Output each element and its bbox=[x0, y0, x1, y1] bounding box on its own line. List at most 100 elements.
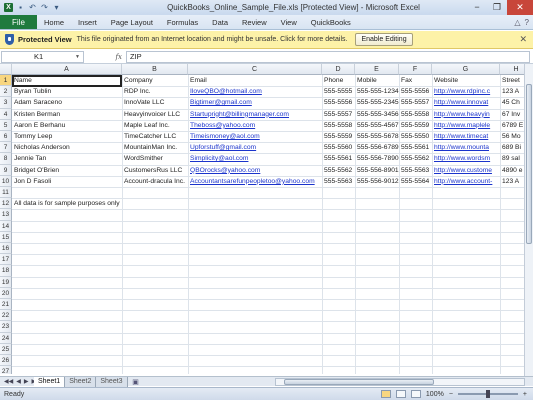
hyperlink-cell[interactable]: Upforstuff@gmail.com bbox=[188, 142, 322, 153]
table-cell[interactable]: Nicholas Anderson bbox=[12, 142, 122, 153]
vertical-scroll-thumb[interactable] bbox=[526, 84, 532, 244]
column-header-a[interactable]: A bbox=[12, 64, 122, 75]
tab-quickbooks[interactable]: QuickBooks bbox=[304, 15, 358, 29]
row-header[interactable]: 27 bbox=[0, 366, 12, 374]
table-cell[interactable]: CustomersRus LLC bbox=[122, 165, 188, 176]
hyperlink-cell[interactable]: http://www.rdpinc.c bbox=[432, 86, 500, 97]
table-cell[interactable]: Tommy Leep bbox=[12, 131, 122, 142]
hyperlink-cell[interactable]: IloveQBO@hotmail.com bbox=[188, 86, 322, 97]
next-sheet-nav-icon[interactable]: ▶ bbox=[24, 378, 29, 385]
table-cell[interactable]: 555-555-3456 bbox=[355, 109, 399, 120]
table-cell[interactable]: Bridget O'Brien bbox=[12, 165, 122, 176]
hyperlink-cell[interactable]: http://www.timecat bbox=[432, 131, 500, 142]
tab-view[interactable]: View bbox=[274, 15, 304, 29]
column-header-f[interactable]: F bbox=[399, 64, 432, 75]
row-header[interactable]: 9 bbox=[0, 164, 12, 176]
row-header[interactable]: 20 bbox=[0, 287, 12, 299]
table-cell[interactable]: 555-5562 bbox=[322, 165, 355, 176]
table-cell[interactable]: 555-5559 bbox=[322, 131, 355, 142]
minimize-ribbon-icon[interactable]: △ bbox=[514, 18, 520, 27]
row-header[interactable]: 16 bbox=[0, 243, 12, 255]
row-header[interactable]: 8 bbox=[0, 153, 12, 165]
close-protected-bar-icon[interactable]: ✕ bbox=[519, 34, 527, 45]
horizontal-scroll-thumb[interactable] bbox=[284, 378, 434, 385]
select-all-corner[interactable] bbox=[0, 64, 12, 75]
table-cell[interactable]: 555-5563 bbox=[399, 165, 432, 176]
header-cell[interactable]: Fax bbox=[399, 75, 432, 86]
hyperlink-cell[interactable]: Simplicity@aol.com bbox=[188, 153, 322, 164]
row-header[interactable]: 11 bbox=[0, 187, 12, 199]
table-cell[interactable]: 555-5557 bbox=[322, 109, 355, 120]
row-header[interactable]: 5 bbox=[0, 119, 12, 131]
header-cell[interactable]: Email bbox=[188, 75, 322, 86]
excel-logo-icon[interactable]: X bbox=[4, 3, 13, 12]
row-header[interactable]: 24 bbox=[0, 332, 12, 344]
table-cell[interactable]: 555-555-5678 bbox=[355, 131, 399, 142]
close-button[interactable]: ✕ bbox=[507, 0, 533, 15]
header-cell[interactable]: Company bbox=[122, 75, 188, 86]
undo-icon[interactable]: ↶ bbox=[28, 3, 37, 12]
row-header[interactable]: 7 bbox=[0, 142, 12, 154]
insert-sheet-icon[interactable]: ▣ bbox=[130, 378, 142, 386]
normal-view-icon[interactable] bbox=[380, 390, 391, 398]
table-cell[interactable]: Maple Leaf Inc. bbox=[122, 120, 188, 131]
table-cell[interactable]: 555-556-6789 bbox=[355, 142, 399, 153]
row-header[interactable]: 6 bbox=[0, 131, 12, 143]
table-cell[interactable]: 555-5558 bbox=[322, 120, 355, 131]
hyperlink-cell[interactable]: http://www.custome bbox=[432, 165, 500, 176]
insert-function-icon[interactable]: fx bbox=[115, 53, 122, 61]
row-header[interactable]: 10 bbox=[0, 175, 12, 187]
row-header[interactable]: 15 bbox=[0, 231, 12, 243]
horizontal-scrollbar[interactable] bbox=[275, 377, 525, 386]
sheet-tab-sheet2[interactable]: Sheet2 bbox=[65, 376, 97, 387]
tab-home[interactable]: Home bbox=[37, 15, 71, 29]
table-cell[interactable]: 555-555-4567 bbox=[355, 120, 399, 131]
table-cell[interactable]: Byran Tublin bbox=[12, 86, 122, 97]
enable-editing-button[interactable]: Enable Editing bbox=[355, 33, 413, 46]
tab-data[interactable]: Data bbox=[205, 15, 235, 29]
column-header-g[interactable]: G bbox=[432, 64, 500, 75]
row-header[interactable]: 14 bbox=[0, 220, 12, 232]
hyperlink-cell[interactable]: http://www.wordsm bbox=[432, 153, 500, 164]
table-cell[interactable]: 555-556-8901 bbox=[355, 165, 399, 176]
tab-file[interactable]: File bbox=[0, 15, 37, 29]
table-cell[interactable]: 555-5557 bbox=[399, 97, 432, 108]
table-cell[interactable]: 555-555-2345 bbox=[355, 97, 399, 108]
tab-page-layout[interactable]: Page Layout bbox=[104, 15, 160, 29]
hyperlink-cell[interactable]: Bigtimer@gmail.com bbox=[188, 97, 322, 108]
row-header[interactable]: 21 bbox=[0, 299, 12, 311]
table-cell[interactable]: 555-5555 bbox=[322, 86, 355, 97]
table-cell[interactable]: 555-5559 bbox=[399, 120, 432, 131]
zoom-slider[interactable] bbox=[457, 390, 518, 398]
first-sheet-nav-icon[interactable]: ◀◀ bbox=[4, 378, 13, 385]
column-header-e[interactable]: E bbox=[355, 64, 399, 75]
zoom-level[interactable]: 100% bbox=[426, 391, 444, 398]
zoom-in-icon[interactable]: + bbox=[523, 391, 527, 398]
table-cell[interactable]: 555-556-7890 bbox=[355, 153, 399, 164]
table-cell[interactable]: 555-5556 bbox=[322, 97, 355, 108]
table-cell[interactable]: 555-5561 bbox=[399, 142, 432, 153]
header-cell[interactable]: Phone bbox=[322, 75, 355, 86]
redo-icon[interactable]: ↷ bbox=[40, 3, 49, 12]
table-cell[interactable]: 555-5561 bbox=[322, 153, 355, 164]
customize-qat-icon[interactable]: ▾ bbox=[52, 3, 61, 12]
zoom-out-icon[interactable]: − bbox=[449, 391, 453, 398]
table-cell[interactable]: Heavyinvoicer LLC bbox=[122, 109, 188, 120]
column-header-c[interactable]: C bbox=[188, 64, 322, 75]
row-header[interactable]: 13 bbox=[0, 209, 12, 221]
table-cell[interactable]: Jon D Fasoli bbox=[12, 176, 122, 187]
table-cell[interactable]: 555-5558 bbox=[399, 109, 432, 120]
help-icon[interactable]: ? bbox=[525, 18, 529, 27]
hyperlink-cell[interactable]: QBOrocks@yahoo.com bbox=[188, 165, 322, 176]
row-header[interactable]: 26 bbox=[0, 355, 12, 367]
table-cell[interactable]: Aaron E Berhanu bbox=[12, 120, 122, 131]
table-cell[interactable]: Account-dracula Inc. bbox=[122, 176, 188, 187]
table-cell[interactable]: 555-555-1234 bbox=[355, 86, 399, 97]
tab-insert[interactable]: Insert bbox=[71, 15, 104, 29]
row-header[interactable]: 18 bbox=[0, 265, 12, 277]
table-cell[interactable]: Kristen Berman bbox=[12, 109, 122, 120]
hyperlink-cell[interactable]: Theboss@yahoo.com bbox=[188, 120, 322, 131]
row-header[interactable]: 2 bbox=[0, 86, 12, 98]
zoom-slider-knob[interactable] bbox=[485, 390, 490, 398]
table-cell[interactable]: WordSmither bbox=[122, 153, 188, 164]
